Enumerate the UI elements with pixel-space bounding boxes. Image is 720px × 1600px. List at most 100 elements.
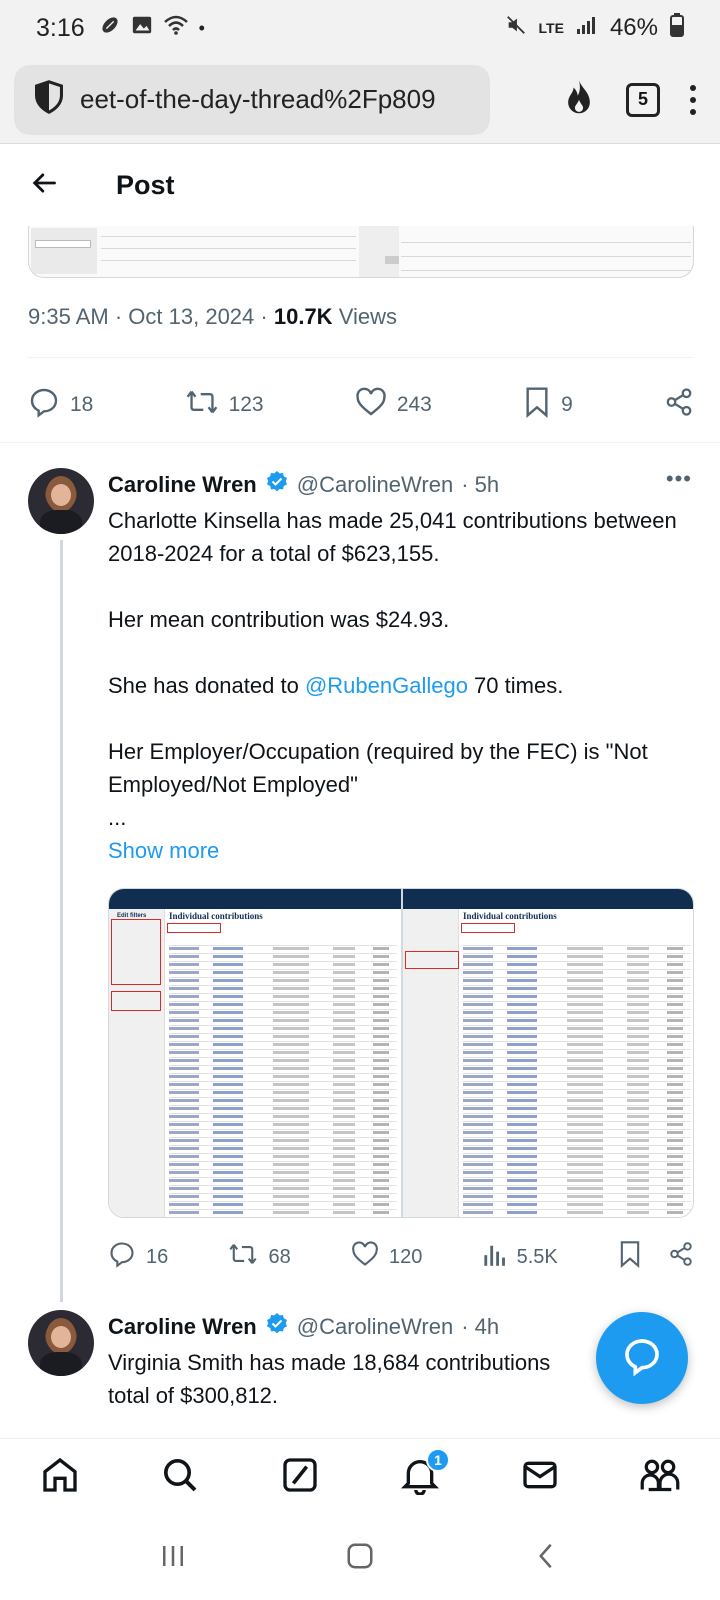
flame-icon[interactable] [562, 78, 596, 121]
reply-header: Caroline Wren @CarolineWren · 4h [108, 1312, 499, 1342]
media-screenshot-right: Individual contributions [403, 889, 693, 1217]
thread-line [60, 540, 63, 1302]
mute-icon [505, 14, 527, 43]
more-options-icon[interactable]: ••• [666, 466, 692, 492]
reply-icon [28, 386, 60, 424]
lte-label: LTE [538, 20, 564, 36]
author-handle[interactable]: @CarolineWren [297, 472, 453, 498]
back-icon[interactable] [532, 1541, 562, 1576]
reply-extra-actions [618, 1240, 694, 1274]
avatar[interactable] [28, 1310, 94, 1376]
notifications-badge: 1 [426, 1447, 450, 1472]
browser-actions: 5 [562, 78, 706, 121]
status-time: 3:16 [36, 13, 85, 42]
bottom-navigation: 1 [0, 1438, 720, 1516]
reply-media[interactable]: Individual contributions Edit filters In… [108, 888, 694, 1218]
grok-icon [280, 1455, 320, 1500]
reply-paragraph: Virginia Smith has made 18,684 contribut… [108, 1350, 551, 1375]
home-tab[interactable] [36, 1454, 84, 1502]
page-title: Post [116, 169, 175, 200]
image-left-fragment [29, 226, 359, 277]
url-bar[interactable]: eet-of-the-day-thread%2Fp809 [14, 64, 490, 135]
envelope-icon [520, 1455, 560, 1500]
search-icon [160, 1455, 200, 1500]
home-button-icon[interactable] [345, 1541, 375, 1576]
wifi-icon [163, 14, 189, 43]
media-screenshot-left: Individual contributions Edit filters [109, 889, 401, 1217]
share-icon[interactable] [668, 1241, 694, 1273]
status-icons-left: • [99, 14, 205, 43]
battery-label: 46% [609, 14, 658, 41]
reply-header: Caroline Wren @CarolineWren · 5h [108, 470, 499, 500]
tab-switcher-button[interactable]: 5 [626, 82, 660, 117]
post-timestamp: 9:35 AM · Oct 13, 2024 · 10.7K Views [28, 304, 397, 329]
reply-paragraph: She has donated to @RubenGallego 70 time… [108, 673, 564, 698]
bookmark-button[interactable]: 9 [523, 386, 573, 424]
bookmark-icon[interactable] [618, 1240, 642, 1274]
avatar[interactable] [28, 468, 94, 534]
battery-icon [670, 12, 684, 44]
back-arrow-icon[interactable] [30, 169, 58, 202]
main-post-image[interactable] [28, 226, 694, 278]
status-bar: 3:16 • LTE 46% [0, 0, 720, 56]
share-icon [664, 387, 694, 423]
reply-text: Charlotte Kinsella has made 25,041 contr… [108, 504, 678, 867]
signal-icon [576, 14, 598, 42]
browser-toolbar: eet-of-the-day-thread%2Fp809 5 [0, 56, 720, 144]
compose-reply-button[interactable] [596, 1312, 688, 1404]
home-icon [40, 1455, 80, 1500]
author-name[interactable]: Caroline Wren [108, 472, 257, 498]
reply-paragraph: Her mean contribution was $24.93. [108, 607, 450, 632]
views-chart-icon [483, 1241, 507, 1273]
views-button[interactable]: 5.5K [483, 1241, 558, 1273]
notifications-tab[interactable]: 1 [396, 1447, 450, 1502]
post-age: · 4h [461, 1314, 500, 1339]
post-time: 9:35 AM [28, 304, 109, 329]
repost-icon [228, 1240, 258, 1274]
grok-tab[interactable] [276, 1454, 324, 1502]
reply-button[interactable]: 16 [108, 1240, 168, 1274]
reply-actions: 16 68 120 5.5K [108, 1240, 694, 1274]
repost-button[interactable]: 68 [228, 1240, 291, 1274]
like-button[interactable]: 243 [355, 387, 432, 423]
browser-menu-icon[interactable] [690, 84, 696, 115]
post-age: · 5h [461, 472, 500, 497]
image-right-fragment [359, 226, 693, 277]
views-count: 10.7K [273, 304, 333, 329]
status-icons-right: LTE 46% [505, 12, 684, 44]
reply-paragraph: total of $300,812. [108, 1383, 279, 1408]
author-name[interactable]: Caroline Wren [108, 1314, 257, 1340]
verified-icon [265, 470, 289, 500]
reply-text: Virginia Smith has made 18,684 contribut… [108, 1346, 678, 1412]
reply-icon [108, 1240, 136, 1274]
mention-link[interactable]: @RubenGallego [305, 673, 468, 698]
bookmark-icon [523, 386, 551, 424]
url-text[interactable]: eet-of-the-day-thread%2Fp809 [80, 84, 436, 115]
media-heading: Individual contributions [463, 911, 557, 921]
shield-icon[interactable] [32, 79, 66, 120]
verified-icon [265, 1312, 289, 1342]
views-label: Views [338, 304, 397, 329]
communities-tab[interactable] [636, 1454, 684, 1502]
post-header: Post [0, 144, 720, 226]
repost-icon [185, 386, 219, 424]
divider [0, 442, 720, 443]
like-button[interactable]: 120 [351, 1241, 422, 1273]
chat-bubble-icon [622, 1336, 662, 1381]
reply-paragraph: Charlotte Kinsella has made 25,041 contr… [108, 508, 677, 566]
gallery-icon [131, 14, 153, 43]
share-button[interactable] [664, 387, 694, 423]
reply-paragraph: Her Employer/Occupation (required by the… [108, 739, 648, 797]
reply-button[interactable]: 18 [28, 386, 93, 424]
recents-icon[interactable] [158, 1541, 188, 1576]
heart-icon [355, 387, 387, 423]
repost-button[interactable]: 123 [185, 386, 264, 424]
media-heading: Individual contributions [169, 911, 263, 921]
author-handle[interactable]: @CarolineWren [297, 1314, 453, 1340]
messages-tab[interactable] [516, 1454, 564, 1502]
search-tab[interactable] [156, 1454, 204, 1502]
show-more-link[interactable]: Show more [108, 834, 678, 867]
post-date: Oct 13, 2024 [128, 304, 255, 329]
divider [28, 357, 694, 358]
system-navigation [0, 1516, 720, 1600]
